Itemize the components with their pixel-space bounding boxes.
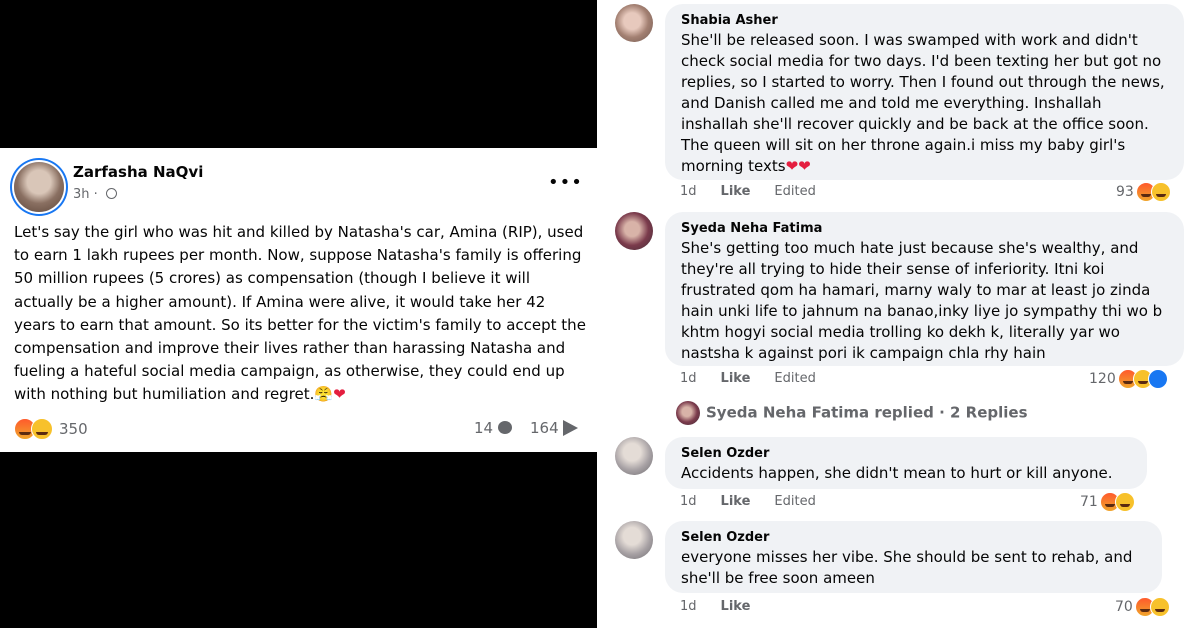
comment-actions: 1d Like [680,599,774,614]
commenter-name[interactable]: Syeda Neha Fatima [681,220,1172,238]
comment-time[interactable]: 1d [680,599,697,614]
globe-icon [105,188,117,199]
post-time-text: 3h [73,187,90,202]
comment-text: She'll be released soon. I was swamped w… [681,30,1172,177]
post-body-text: Let's say the girl who was hit and kille… [14,223,586,404]
comment-body: She'll be released soon. I was swamped w… [681,31,1165,175]
like-button[interactable]: Like [721,494,751,509]
comment-actions: 1d Like Edited [680,494,840,509]
commenter-avatar[interactable] [615,4,653,42]
heart-emoji: ❤ [333,385,346,404]
steam-emoji: 😤 [314,385,334,404]
comment-bubble: Shabia Asher She'll be released soon. I … [665,4,1184,180]
comment-reactions[interactable]: 70 [1115,597,1170,617]
reaction-count: 70 [1115,599,1133,615]
comments-count: 14 [474,419,494,437]
reactions-count: 350 [59,420,88,438]
comment-reactions[interactable]: 71 [1080,492,1135,512]
reaction-count: 93 [1116,184,1134,200]
comment-time[interactable]: 1d [680,371,697,386]
post-author-name[interactable]: Zarfasha NaQvi [73,163,203,181]
shares-count: 164 [530,419,559,437]
like-reaction-icon [1147,369,1168,389]
shares-count-link[interactable]: 164 [530,419,579,437]
like-button[interactable]: Like [721,371,751,386]
comment-time[interactable]: 1d [680,184,697,199]
comment-icon [497,421,512,434]
comment-time[interactable]: 1d [680,494,697,509]
comment-body: Accidents happen, she didn't mean to hur… [681,464,1113,482]
comment-bubble: Selen Ozder everyone misses her vibe. Sh… [665,521,1162,593]
commenter-name[interactable]: Selen Ozder [681,445,1135,463]
commenter-avatar[interactable] [615,437,653,475]
haha-reaction-icon [31,418,53,440]
post-reactions[interactable]: 350 [14,418,88,440]
like-button[interactable]: Like [721,184,751,199]
heart-emoji: ❤❤ [785,157,811,175]
reaction-count: 71 [1080,494,1098,510]
commenter-avatar[interactable] [615,212,653,250]
comments-count-link[interactable]: 14 [474,419,512,437]
reply-avatar [676,401,700,425]
post-menu-button[interactable]: ••• [548,172,583,193]
comment-bubble: Syeda Neha Fatima She's getting too much… [665,212,1184,366]
edited-label: Edited [774,494,816,509]
edited-label: Edited [774,184,816,199]
haha-reaction-icon [1149,597,1170,617]
comment-actions: 1d Like Edited [680,371,840,386]
comment-body: everyone misses her vibe. She should be … [681,548,1133,587]
commenter-name[interactable]: Selen Ozder [681,529,1150,547]
haha-reaction-icon [1114,492,1135,512]
replies-text: Syeda Neha Fatima replied · 2 Replies [706,403,1028,422]
share-icon [563,420,579,436]
comment-reactions[interactable]: 93 [1116,182,1171,202]
comment-actions: 1d Like Edited [680,184,840,199]
edited-label: Edited [774,371,816,386]
comment-body: She's getting too much hate just because… [681,239,1163,362]
commenter-avatar[interactable] [615,521,653,559]
comment-reactions[interactable]: 120 [1089,369,1168,389]
haha-reaction-icon [1150,182,1171,202]
author-avatar[interactable] [14,162,64,212]
reaction-count: 120 [1089,371,1116,387]
post-timestamp[interactable]: 3h · [73,187,117,202]
post-text: Let's say the girl who was hit and kille… [14,221,589,407]
view-replies-link[interactable]: Syeda Neha Fatima replied · 2 Replies [676,401,1028,425]
comment-bubble: Selen Ozder Accidents happen, she didn't… [665,437,1147,489]
commenter-name[interactable]: Shabia Asher [681,12,1172,30]
like-button[interactable]: Like [721,599,751,614]
